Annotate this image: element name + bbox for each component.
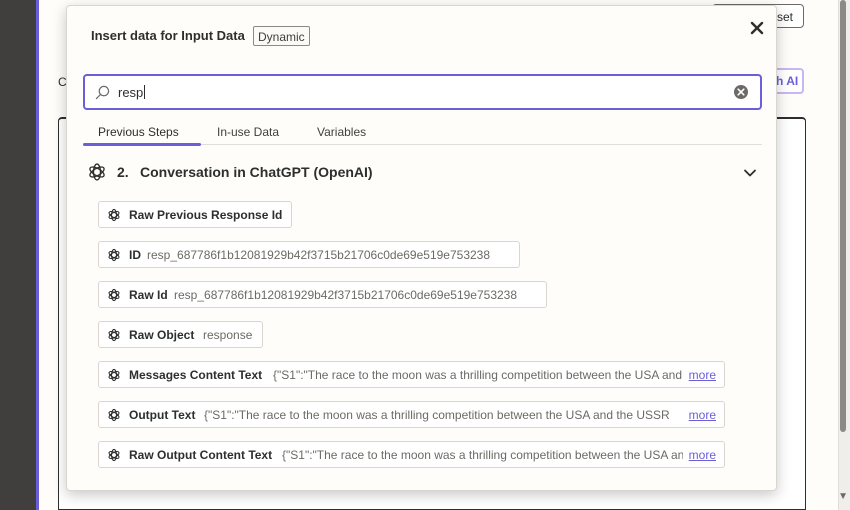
- clear-icon[interactable]: [733, 84, 749, 100]
- more-link[interactable]: more: [685, 448, 716, 462]
- tab-in-use-data[interactable]: In-use Data: [217, 125, 279, 139]
- field-value: resp_687786f1b12081929b42f3715b21706c0de…: [147, 248, 491, 262]
- search-input[interactable]: resp: [83, 74, 762, 110]
- chevron-down-icon[interactable]: [743, 166, 757, 180]
- more-link[interactable]: more: [685, 408, 716, 422]
- field-value: {"S1":"The race to the moon was a thrill…: [204, 408, 670, 422]
- field-pill-messages-content-text[interactable]: Messages Content Text {"S1":"The race to…: [98, 361, 725, 388]
- openai-icon: [108, 288, 120, 302]
- page-scrollbar[interactable]: ▼: [838, 0, 850, 510]
- openai-icon: [108, 368, 120, 382]
- openai-icon: [108, 248, 120, 262]
- field-value: resp_687786f1b12081929b42f3715b21706c0de…: [174, 288, 518, 302]
- openai-icon: [108, 328, 120, 342]
- search-value[interactable]: resp: [118, 85, 146, 100]
- step-header[interactable]: 2. Conversation in ChatGPT (OpenAI): [87, 162, 757, 184]
- left-sidebar: [0, 0, 38, 510]
- field-value: {"S1":"The race to the moon was a thrill…: [273, 368, 683, 382]
- modal-title: Insert data for Input Data: [91, 28, 245, 43]
- field-pill-raw-object[interactable]: Raw Object response: [98, 321, 263, 348]
- field-value: response: [203, 328, 253, 342]
- close-button[interactable]: [747, 18, 767, 38]
- field-pill-raw-previous-response-id[interactable]: Raw Previous Response Id: [98, 201, 292, 228]
- step-number: 2.: [117, 164, 129, 180]
- field-label: Raw Id: [129, 288, 168, 302]
- active-tab-indicator: [83, 143, 201, 146]
- tab-variables[interactable]: Variables: [317, 125, 366, 139]
- close-icon: [750, 21, 764, 35]
- field-label: ID: [129, 248, 141, 262]
- insert-data-modal: Insert data for Input Data Dynamic resp …: [66, 5, 777, 491]
- scrollbar-thumb[interactable]: [840, 0, 846, 432]
- scroll-down-icon[interactable]: ▼: [838, 491, 848, 502]
- openai-icon: [108, 208, 120, 222]
- field-pill-raw-output-content-text[interactable]: Raw Output Content Text {"S1":"The race …: [98, 441, 725, 468]
- dynamic-badge: Dynamic: [253, 26, 310, 46]
- field-label: Raw Output Content Text: [129, 448, 273, 462]
- openai-icon: [89, 163, 105, 181]
- field-value: {"S1":"The race to the moon was a thrill…: [282, 448, 683, 462]
- field-pill-id[interactable]: ID resp_687786f1b12081929b42f3715b21706c…: [98, 241, 520, 268]
- search-icon: [95, 85, 110, 100]
- tab-previous-steps[interactable]: Previous Steps: [98, 125, 179, 139]
- field-label: Output Text: [129, 408, 196, 422]
- field-label: Raw Object: [129, 328, 195, 342]
- step-name: Conversation in ChatGPT (OpenAI): [140, 164, 373, 180]
- field-pill-output-text[interactable]: Output Text {"S1":"The race to the moon …: [98, 401, 725, 428]
- field-label: Messages Content Text: [129, 368, 263, 382]
- field-pill-raw-id[interactable]: Raw Id resp_687786f1b12081929b42f3715b21…: [98, 281, 547, 308]
- tab-bar: Previous Steps In-use Data Variables: [83, 119, 762, 146]
- openai-icon: [108, 448, 120, 462]
- openai-icon: [108, 408, 120, 422]
- more-link[interactable]: more: [685, 368, 716, 382]
- field-label: Raw Previous Response Id: [129, 208, 283, 222]
